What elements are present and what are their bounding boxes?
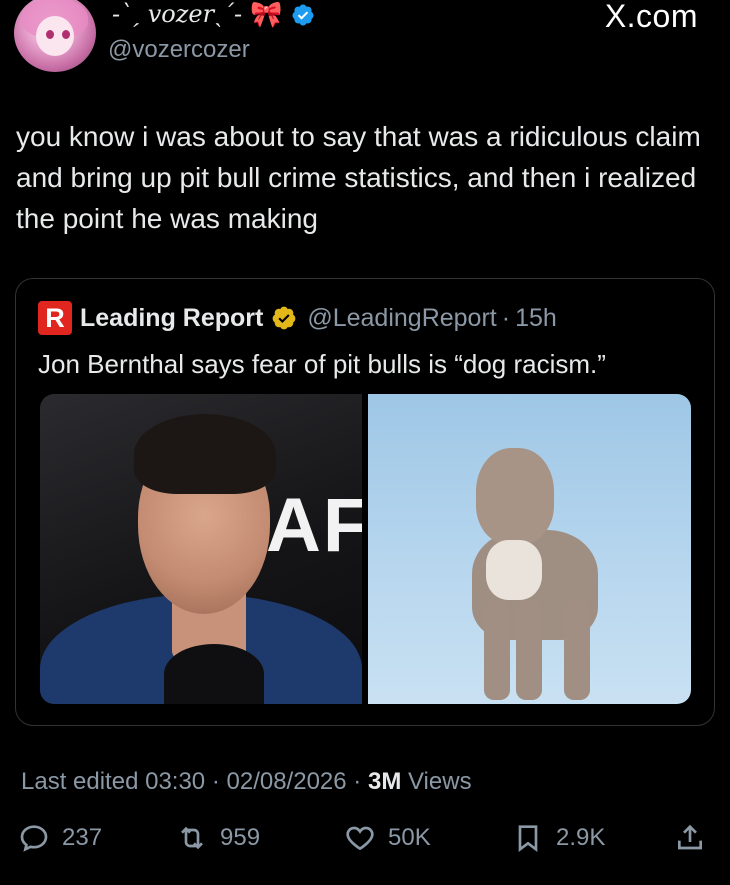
tweet-time: 03:30 (145, 768, 206, 795)
brand-logo-text: X.com (604, 0, 698, 34)
afi-backdrop-sign: AFI (266, 483, 362, 568)
repost-icon (181, 826, 203, 850)
author-handle[interactable]: @vozercozer (108, 36, 250, 64)
share-icon (678, 824, 702, 850)
bow-icon: 🎀 (250, 0, 283, 30)
action-bar: 237 959 50K 2.9K (0, 822, 730, 866)
man-hair (134, 414, 276, 494)
quoted-image-pit-bull[interactable] (368, 394, 691, 704)
avatar-eye (46, 30, 54, 39)
reply-count: 237 (62, 824, 103, 851)
bookmark-count: 2.9K (556, 824, 606, 851)
dog-leg (516, 600, 542, 700)
edited-label[interactable]: Last edited (21, 768, 138, 795)
like-count: 50K (388, 824, 431, 851)
tweet-text: you know i was about to say that was a r… (16, 121, 701, 234)
views-label: Views (407, 768, 472, 795)
repost-button[interactable]: 959 (176, 822, 260, 854)
like-button[interactable]: 50K (344, 822, 431, 854)
avatar[interactable] (14, 0, 96, 72)
views-count: 3M (367, 768, 402, 795)
dog-head (476, 448, 554, 544)
quoted-tweet-text: Jon Bernthal says fear of pit bulls is “… (38, 349, 606, 379)
repost-count: 959 (220, 824, 261, 851)
dog-chest (486, 540, 542, 600)
separator-dot: · (501, 303, 511, 332)
quoted-tweet-card[interactable]: R Leading Report @LeadingReport · 15h Jo… (15, 278, 715, 726)
reply-icon (20, 825, 48, 852)
heart-icon (346, 826, 374, 851)
leading-report-logo-icon[interactable]: R (38, 301, 72, 335)
reply-button[interactable]: 237 (18, 822, 102, 854)
quoted-image-man[interactable]: AFI (40, 394, 362, 704)
quoted-timestamp[interactable]: 15h (515, 304, 557, 333)
quoted-author-handle[interactable]: @LeadingReport (307, 304, 496, 333)
quoted-author-name[interactable]: Leading Report (80, 304, 263, 333)
separator-dot: · (353, 768, 362, 795)
separator-dot: · (211, 768, 220, 795)
gold-verified-badge-icon (272, 306, 296, 330)
verified-badge-icon (292, 4, 314, 25)
share-button[interactable] (674, 822, 706, 854)
man-shirt (164, 644, 264, 704)
author-name-row[interactable]: -`ˏ vozerˎ´- 🎀 (112, 0, 315, 29)
tweet-date: 02/08/2026 (226, 768, 347, 795)
quoted-tweet-header: R Leading Report @LeadingReport · 15h (38, 301, 557, 335)
author-display-name: -`ˏ vozerˎ´- (112, 0, 243, 28)
dog-leg (564, 600, 590, 700)
dog-leg (484, 600, 510, 700)
avatar-eye (62, 30, 70, 39)
bookmark-button[interactable]: 2.9K (512, 822, 605, 854)
bookmark-icon (518, 825, 538, 852)
tweet-meta: Last edited 03:30 · 02/08/2026 · 3M View… (21, 768, 472, 796)
